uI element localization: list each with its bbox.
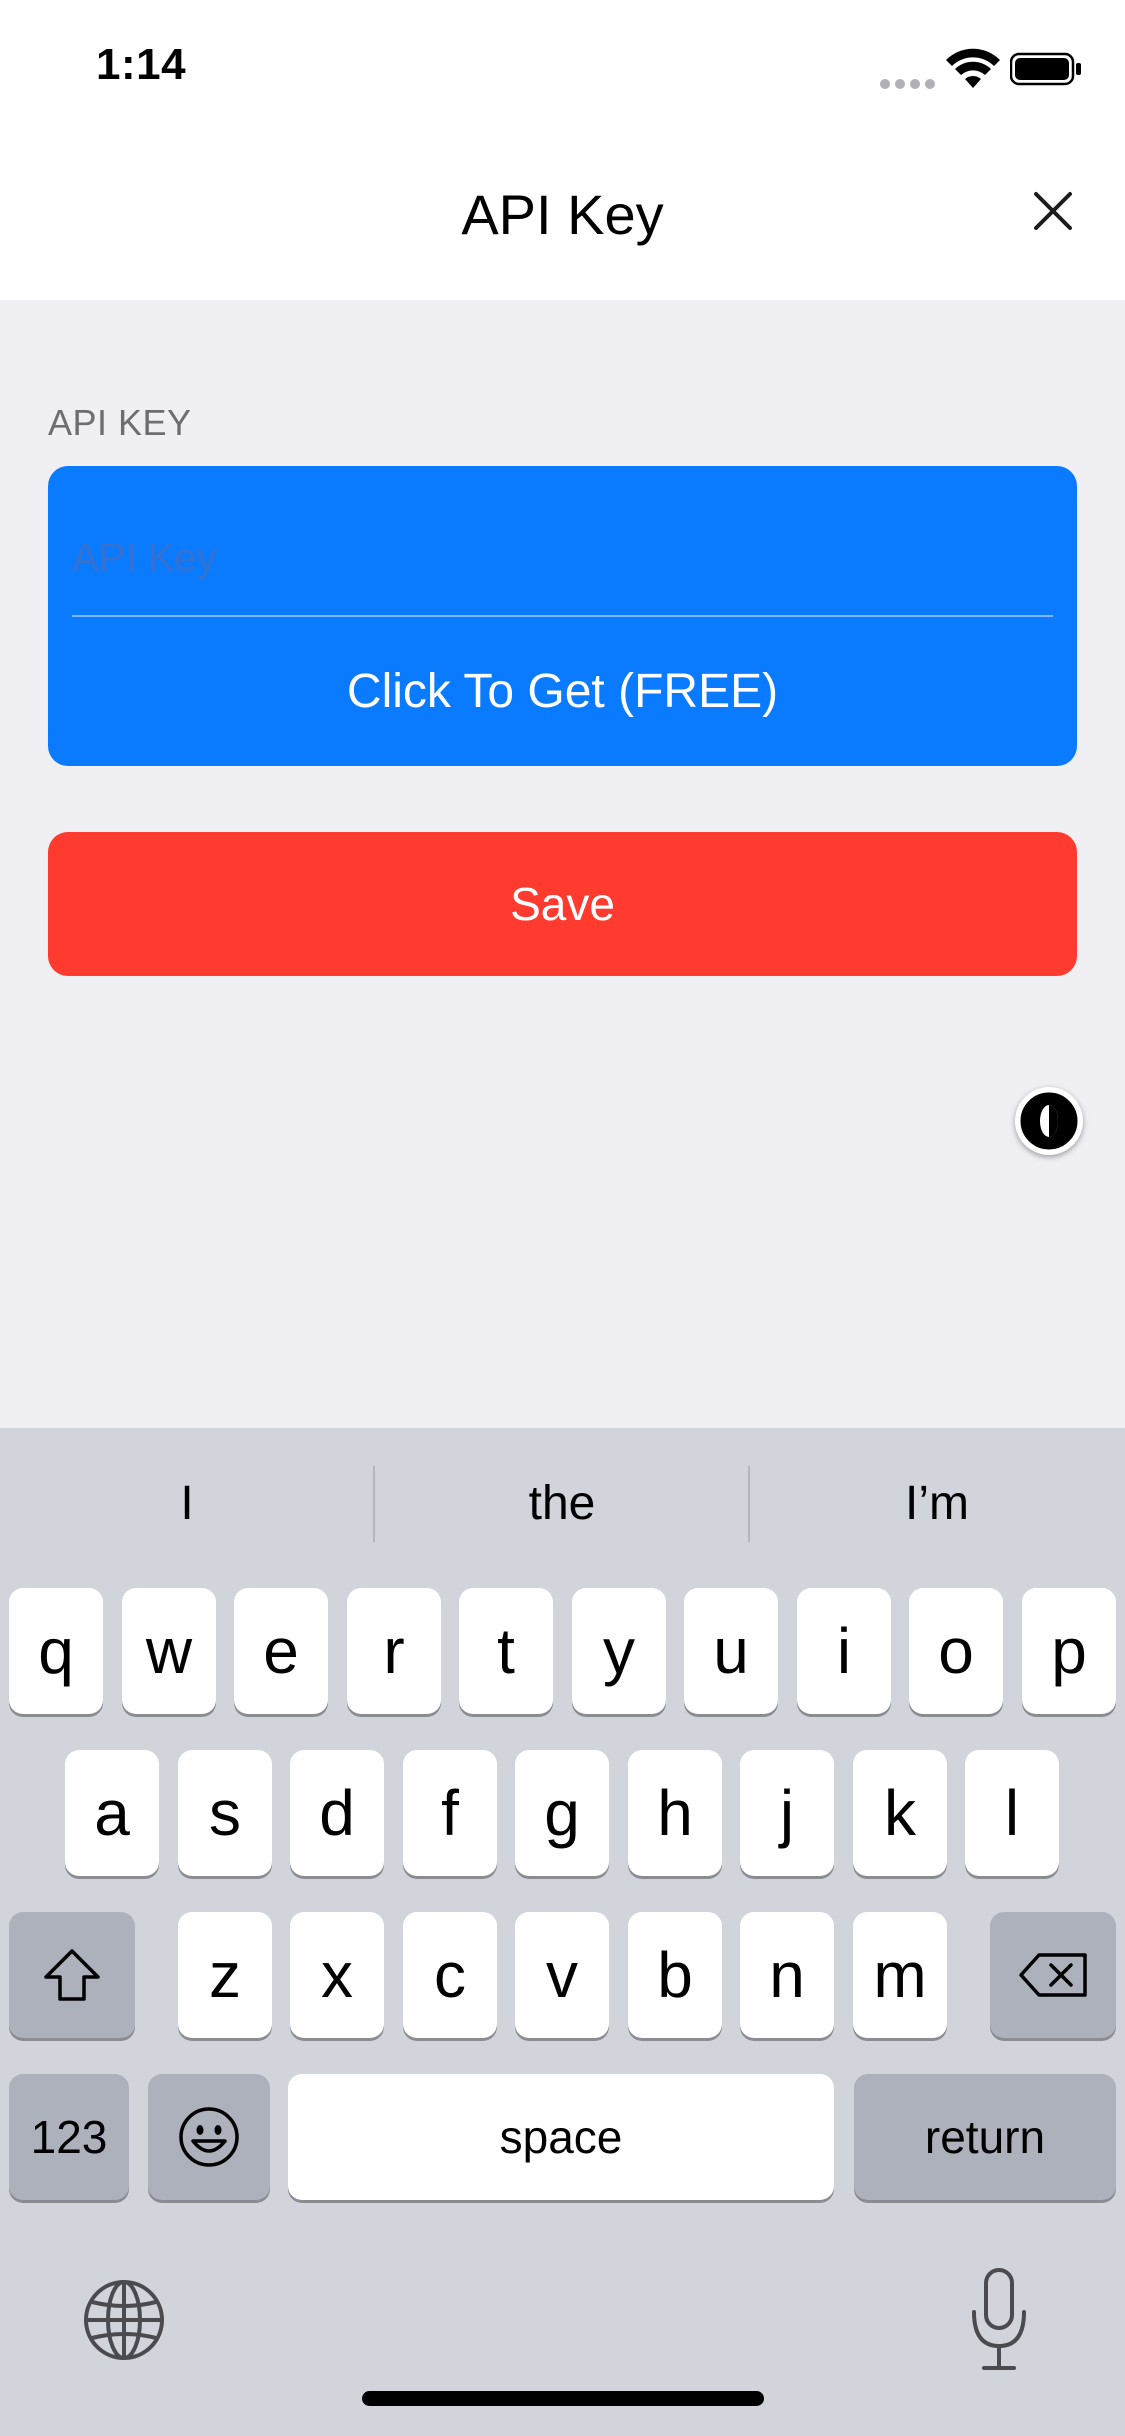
backspace-icon [1019, 1953, 1087, 1997]
key-b[interactable]: b [628, 1912, 722, 2038]
key-w[interactable]: w [122, 1588, 216, 1714]
save-button[interactable]: Save [48, 832, 1077, 976]
api-key-section-header: API KEY [48, 402, 192, 443]
key-r[interactable]: r [347, 1588, 441, 1714]
key-j[interactable]: j [740, 1750, 834, 1876]
return-key[interactable]: return [854, 2074, 1116, 2200]
key-s[interactable]: s [178, 1750, 272, 1876]
suggestion-2[interactable]: the [375, 1428, 749, 1578]
key-h[interactable]: h [628, 1750, 722, 1876]
key-t[interactable]: t [459, 1588, 553, 1714]
get-free-key-button[interactable]: Click To Get (FREE) [48, 617, 1077, 766]
emoji-icon [179, 2107, 239, 2167]
key-m[interactable]: m [853, 1912, 947, 2038]
key-i[interactable]: i [797, 1588, 891, 1714]
key-y[interactable]: y [572, 1588, 666, 1714]
key-u[interactable]: u [684, 1588, 778, 1714]
key-c[interactable]: c [403, 1912, 497, 2038]
close-icon[interactable] [1022, 180, 1084, 242]
page-title: API Key [461, 183, 664, 246]
cellular-signal-icon [880, 76, 940, 89]
key-z[interactable]: z [178, 1912, 272, 2038]
key-v[interactable]: v [515, 1912, 609, 2038]
home-indicator[interactable] [362, 2391, 764, 2406]
api-key-card: Click To Get (FREE) [48, 466, 1077, 766]
api-key-input[interactable] [72, 518, 1042, 598]
status-bar: 1:14 [0, 0, 1125, 132]
contrast-toggle-icon[interactable] [1015, 1087, 1083, 1155]
key-g[interactable]: g [515, 1750, 609, 1876]
microphone-icon[interactable] [964, 2266, 1034, 2376]
backspace-key[interactable] [990, 1912, 1116, 2038]
key-x[interactable]: x [290, 1912, 384, 2038]
numbers-key[interactable]: 123 [9, 2074, 129, 2200]
status-time: 1:14 [96, 40, 187, 89]
suggestion-1[interactable]: I [0, 1428, 374, 1578]
shift-key[interactable] [9, 1912, 135, 2038]
keyboard: I the I’m q w e r t y u i o p a s d f g … [0, 1428, 1125, 2436]
key-q[interactable]: q [9, 1588, 103, 1714]
api-key-screen: 1:14 API Key API KEY Click To Get (FREE)… [0, 0, 1125, 2436]
shift-icon [44, 1949, 100, 2001]
wifi-icon [946, 48, 1000, 88]
predictive-suggestions-bar: I the I’m [0, 1428, 1125, 1578]
key-o[interactable]: o [909, 1588, 1003, 1714]
key-e[interactable]: e [234, 1588, 328, 1714]
battery-icon [1010, 52, 1081, 86]
key-f[interactable]: f [403, 1750, 497, 1876]
key-l[interactable]: l [965, 1750, 1059, 1876]
key-p[interactable]: p [1022, 1588, 1116, 1714]
space-key[interactable]: space [288, 2074, 834, 2200]
key-d[interactable]: d [290, 1750, 384, 1876]
suggestion-3[interactable]: I’m [750, 1428, 1124, 1578]
globe-icon[interactable] [80, 2276, 168, 2364]
navigation-bar: API Key [0, 132, 1125, 300]
key-k[interactable]: k [853, 1750, 947, 1876]
key-n[interactable]: n [740, 1912, 834, 2038]
emoji-key[interactable] [148, 2074, 270, 2200]
key-a[interactable]: a [65, 1750, 159, 1876]
